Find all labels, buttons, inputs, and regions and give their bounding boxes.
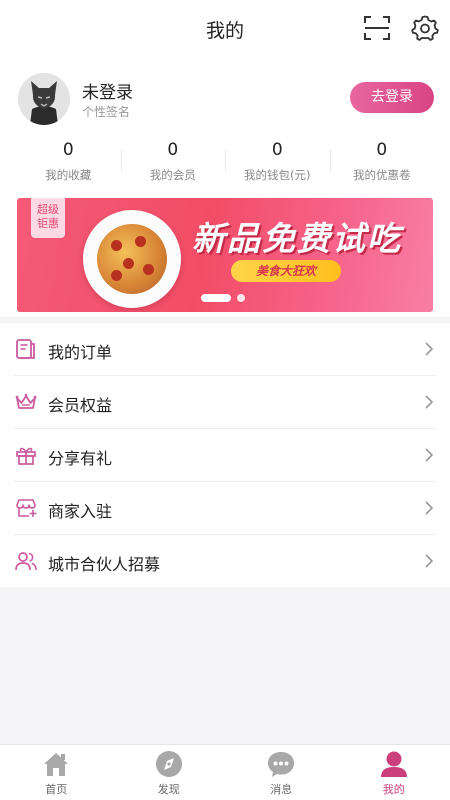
tab-home[interactable]: 首页 [0, 745, 113, 800]
carousel-indicator [201, 294, 245, 302]
order-icon [16, 339, 35, 359]
pizza-image [97, 224, 167, 294]
promo-banner[interactable]: 超级 钜惠 新品免费试吃 美食大狂欢 [17, 198, 433, 312]
login-button[interactable]: 去登录 [350, 82, 434, 113]
stat-coupons[interactable]: 0 我的优惠卷 [329, 138, 435, 184]
banner-section: 超级 钜惠 新品免费试吃 美食大狂欢 [0, 190, 450, 317]
tab-label: 消息 [270, 783, 293, 796]
stat-value: 0 [167, 140, 179, 160]
crown-icon [15, 393, 37, 409]
menu-label: 会员权益 [48, 396, 113, 415]
wolf-avatar-icon [18, 73, 70, 125]
stat-label: 我的收藏 [45, 168, 92, 182]
tab-label: 首页 [45, 783, 68, 796]
stats-row: 0 我的收藏 0 我的会员 0 我的钱包(元) 0 我的优惠卷 [16, 138, 434, 184]
menu-item-orders[interactable]: 我的订单 [14, 323, 436, 376]
compass-icon [155, 751, 182, 777]
stat-label: 我的优惠卷 [353, 168, 411, 182]
stat-value: 0 [376, 140, 388, 160]
menu-label: 城市合伙人招募 [48, 555, 161, 574]
menu-list: 我的订单 会员权益 分享有礼 商家入驻 城市合伙人招募 [0, 323, 450, 587]
chevron-right-icon [425, 501, 434, 515]
carousel-dot[interactable] [237, 294, 245, 302]
store-icon [16, 499, 37, 517]
banner-subline: 美食大狂欢 [231, 260, 341, 282]
gear-icon[interactable] [411, 14, 439, 42]
carousel-dot-active[interactable] [201, 294, 231, 302]
tab-label: 我的 [382, 783, 405, 796]
home-icon [44, 753, 69, 776]
chevron-right-icon [425, 448, 434, 462]
menu-item-merchant-join[interactable]: 商家入驻 [14, 482, 436, 535]
menu-label: 商家入驻 [48, 502, 113, 521]
menu-label: 我的订单 [48, 343, 113, 362]
avatar[interactable] [18, 73, 70, 125]
chevron-right-icon [425, 395, 434, 409]
stat-value: 0 [62, 140, 74, 160]
chevron-right-icon [425, 342, 434, 356]
tab-messages[interactable]: 消息 [225, 745, 338, 800]
menu-label: 分享有礼 [48, 449, 113, 468]
stat-label: 我的钱包(元) [244, 168, 311, 182]
badge-text: 超级 钜惠 [37, 203, 59, 230]
menu-item-share-gift[interactable]: 分享有礼 [14, 429, 436, 482]
profile-card: 未登录 个性签名 去登录 0 我的收藏 0 我的会员 0 我的钱包(元) 0 我… [0, 56, 450, 190]
tab-discover[interactable]: 发现 [113, 745, 226, 800]
stat-label: 我的会员 [149, 168, 196, 182]
gift-icon [16, 447, 36, 465]
tab-mine[interactable]: 我的 [338, 745, 450, 800]
chevron-right-icon [425, 554, 434, 568]
scan-icon[interactable] [364, 16, 390, 40]
banner-headline: 新品免费试吃 [192, 219, 402, 258]
user-icon [380, 751, 407, 777]
username[interactable]: 未登录 [82, 78, 133, 103]
message-icon [268, 752, 295, 777]
partner-icon [15, 552, 37, 571]
stat-value: 0 [271, 140, 283, 160]
stat-membership[interactable]: 0 我的会员 [120, 138, 226, 184]
menu-item-city-partner[interactable]: 城市合伙人招募 [14, 535, 436, 588]
banner-badge: 超级 钜惠 [31, 198, 65, 238]
signature: 个性签名 [82, 105, 131, 119]
menu-item-member-benefits[interactable]: 会员权益 [14, 376, 436, 429]
bottom-tab-bar: 首页 发现 消息 我的 [0, 744, 450, 800]
stat-wallet[interactable]: 0 我的钱包(元) [225, 138, 330, 184]
tab-label: 发现 [157, 783, 180, 796]
stat-favorites[interactable]: 0 我的收藏 [16, 138, 121, 184]
top-bar: 我的 [0, 0, 450, 56]
